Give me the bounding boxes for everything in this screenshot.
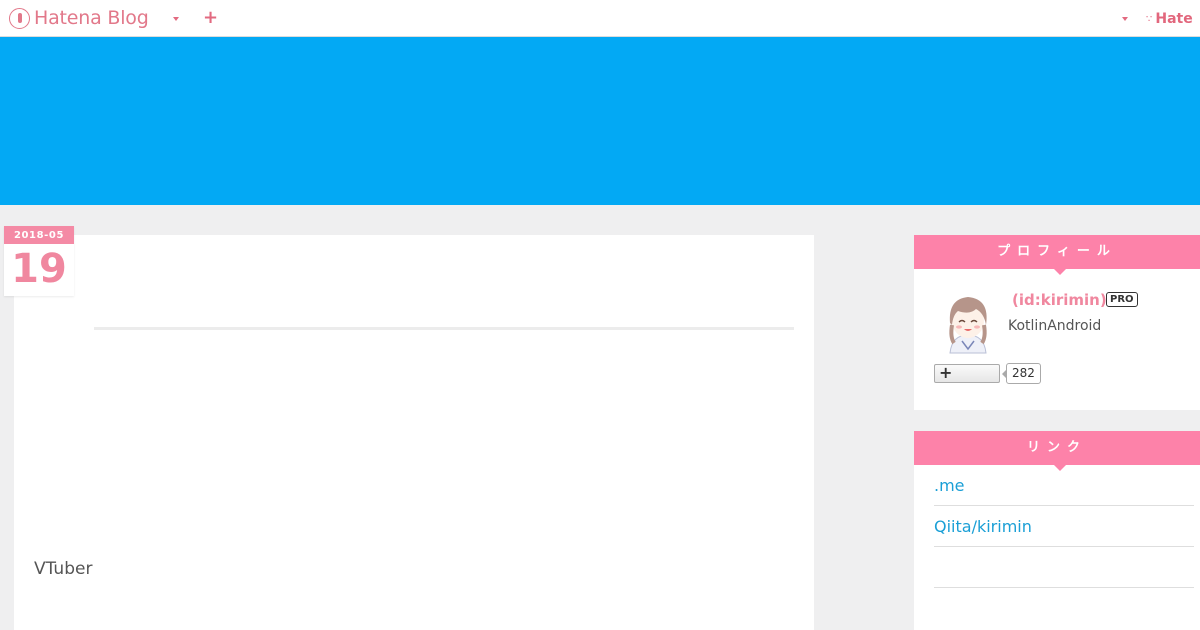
entry-date-year-month: 2018-05 xyxy=(4,226,74,244)
hatena-dots-icon: ∵ xyxy=(1146,13,1153,25)
new-post-plus-icon[interactable]: + xyxy=(203,7,218,29)
user-menu-chevron-down-icon[interactable] xyxy=(1122,17,1128,21)
link-item-empty[interactable] xyxy=(934,547,1194,588)
links-module-title: リンク xyxy=(914,431,1200,471)
profile-user-id-link[interactable]: (id:kirimin) xyxy=(1012,291,1107,309)
links-list: .me Qiita/kirimin xyxy=(934,465,1194,588)
blog-menu-chevron-down-icon[interactable] xyxy=(173,17,179,21)
profile-avatar[interactable] xyxy=(940,291,996,355)
entry-date-day: 19 xyxy=(11,246,67,292)
sidebar-links-module: リンク .me Qiita/kirimin xyxy=(914,431,1200,630)
entry-body-text: VTuber xyxy=(34,559,93,579)
link-item-me[interactable]: .me xyxy=(934,465,1194,506)
entry-article: VTuber xyxy=(14,235,814,630)
sidebar-profile-module: プロフィール (id:kirimin) PRO KotlinAndroid + … xyxy=(914,235,1200,410)
brand-title: Hatena Blog xyxy=(34,7,149,29)
profile-description: KotlinAndroid xyxy=(1008,318,1102,334)
profile-module-title: プロフィール xyxy=(914,235,1200,275)
global-header: Hatena Blog + ∵ Hate xyxy=(0,0,1200,37)
link-item-qiita[interactable]: Qiita/kirimin xyxy=(934,506,1194,547)
profile-module-title-text: プロフィール xyxy=(997,244,1117,259)
avatar-illustration-icon xyxy=(940,291,996,355)
follow-plus-icon: + xyxy=(939,363,953,382)
follow-button[interactable]: + xyxy=(934,363,1000,383)
entry-divider xyxy=(94,327,794,330)
hatena-logo-link[interactable]: ∵ Hate xyxy=(1146,9,1193,29)
hatena-logo-text: Hate xyxy=(1155,11,1193,27)
entry-date-badge[interactable]: 2018-05 19 xyxy=(4,226,74,296)
follower-count: 282 xyxy=(1002,363,1041,384)
title-notch xyxy=(1054,269,1066,275)
pro-badge: PRO xyxy=(1106,292,1138,307)
links-module-title-text: リンク xyxy=(1026,440,1087,455)
blog-header-banner xyxy=(0,37,1200,205)
hatena-blog-logo[interactable]: Hatena Blog xyxy=(9,7,149,29)
hatena-blog-icon xyxy=(9,7,30,29)
